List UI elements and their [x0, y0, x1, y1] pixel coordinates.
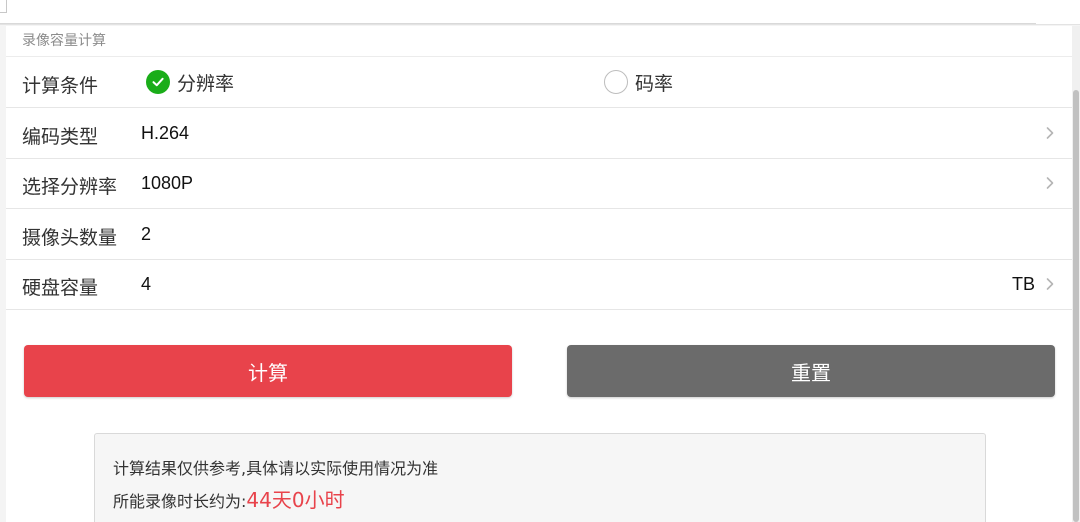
disk-capacity-input[interactable]: 4 [141, 274, 151, 295]
camera-count-label: 摄像头数量 [22, 227, 118, 249]
radio-bitrate-label: 码率 [635, 72, 674, 95]
chevron-right-icon [1046, 127, 1054, 139]
disk-capacity-label: 硬盘容量 [22, 277, 99, 299]
calculator-card: 录像容量计算 计算条件 分辨率 码率 编码类型 H.264 选择分辨率 1080… [6, 26, 1072, 522]
top-bar-divider [0, 23, 1036, 24]
scrollbar-thumb[interactable] [1073, 90, 1079, 522]
top-bar [0, 0, 1080, 25]
condition-label: 计算条件 [22, 75, 99, 97]
vertical-scrollbar[interactable] [1072, 26, 1080, 522]
chevron-right-icon [1046, 177, 1054, 189]
encoding-type-value: H.264 [141, 123, 190, 143]
reset-button[interactable]: 重置 [567, 345, 1055, 397]
result-panel: 计算结果仅供参考,具体请以实际使用情况为准 所能录像时长约为:44天0小时 [94, 433, 986, 522]
camera-count-input[interactable]: 2 [141, 224, 151, 245]
calculate-button[interactable]: 计算 [24, 345, 512, 397]
empty-circle-icon [604, 70, 628, 94]
radio-bitrate[interactable]: 码率 [604, 69, 673, 95]
disk-unit-selector[interactable]: TB [1012, 274, 1035, 295]
encoding-type-row[interactable]: 编码类型 H.264 [6, 108, 1072, 159]
section-title: 录像容量计算 [22, 33, 106, 49]
result-disclaimer: 计算结果仅供参考,具体请以实际使用情况为准 [113, 459, 439, 478]
camera-count-row: 摄像头数量 2 [6, 209, 1072, 260]
result-value: 44天0小时 [246, 488, 345, 512]
radio-resolution[interactable]: 分辨率 [146, 69, 234, 95]
chevron-right-icon[interactable] [1042, 276, 1058, 292]
resolution-row[interactable]: 选择分辨率 1080P [6, 158, 1072, 209]
condition-row: 计算条件 分辨率 码率 [6, 57, 1072, 108]
check-circle-icon [146, 70, 170, 94]
resolution-label: 选择分辨率 [22, 176, 118, 198]
disk-capacity-row: 硬盘容量 4 TB [6, 259, 1072, 310]
corner-tick [0, 0, 7, 13]
app-page: 录像容量计算 计算条件 分辨率 码率 编码类型 H.264 选择分辨率 1080… [0, 0, 1080, 522]
resolution-value: 1080P [141, 173, 194, 193]
result-prefix: 所能录像时长约为: [113, 492, 247, 511]
radio-resolution-label: 分辨率 [177, 72, 235, 95]
encoding-type-label: 编码类型 [22, 126, 99, 148]
result-line: 所能录像时长约为:44天0小时 [113, 484, 345, 513]
